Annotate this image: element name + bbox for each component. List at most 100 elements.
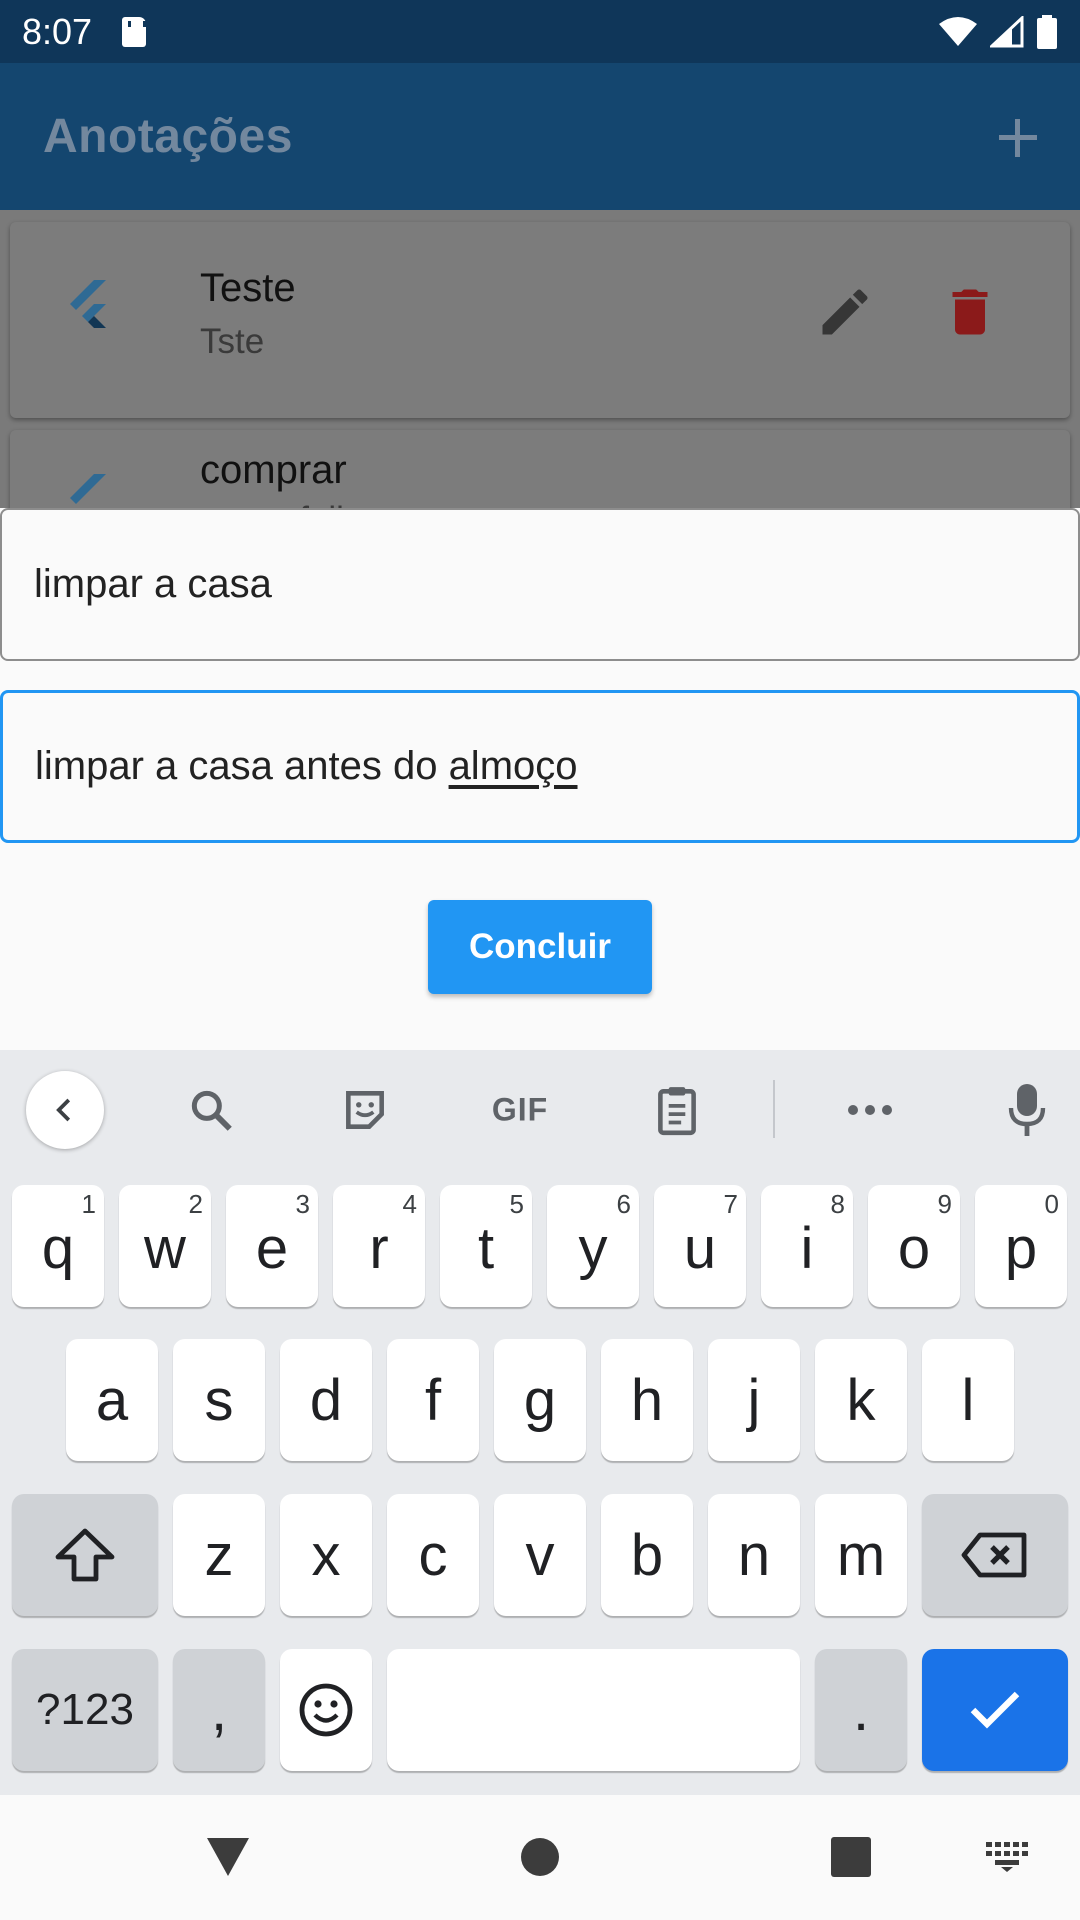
battery-icon [1037, 14, 1057, 49]
notes-list: Teste Tste comprar arroz, feijo, carne, … [0, 210, 1080, 508]
key-hint: 6 [616, 1189, 631, 1219]
comma-key[interactable]: , [173, 1649, 265, 1771]
sd-card-icon [122, 16, 147, 47]
key-o[interactable]: 9o [868, 1185, 960, 1307]
shift-icon [55, 1528, 115, 1582]
key-u[interactable]: 7u [654, 1185, 746, 1307]
note-description: Tste [200, 322, 265, 361]
keyboard-switch-icon[interactable] [986, 1842, 1028, 1872]
screen: 8:07 Anotações Teste Tste comprar limpar… [0, 0, 1080, 1920]
check-icon [970, 1691, 1020, 1729]
key-q[interactable]: 1q [12, 1185, 104, 1307]
key-hint: 3 [295, 1189, 310, 1219]
key-l[interactable]: l [922, 1339, 1014, 1461]
key-s[interactable]: s [173, 1339, 265, 1461]
shift-key[interactable] [12, 1494, 158, 1616]
key-b[interactable]: b [601, 1494, 693, 1616]
key-v[interactable]: v [494, 1494, 586, 1616]
key-n[interactable]: n [708, 1494, 800, 1616]
key-a[interactable]: a [66, 1339, 158, 1461]
key-w[interactable]: 2w [119, 1185, 211, 1307]
key-d[interactable]: d [280, 1339, 372, 1461]
key-c[interactable]: c [387, 1494, 479, 1616]
key-label: o [897, 1215, 931, 1281]
delete-icon[interactable] [940, 282, 1000, 342]
clipboard-icon[interactable] [652, 1083, 702, 1137]
app-bar: Anotações [0, 63, 1080, 210]
key-label: p [1004, 1215, 1038, 1281]
key-label: r [369, 1215, 389, 1281]
search-icon[interactable] [186, 1085, 236, 1135]
edit-icon[interactable] [815, 282, 875, 342]
key-hint: 7 [723, 1189, 738, 1219]
key-e[interactable]: 3e [226, 1185, 318, 1307]
wifi-icon [939, 16, 977, 46]
flutter-logo-icon [70, 280, 106, 328]
more-icon[interactable] [845, 1103, 895, 1117]
title-input-value: limpar a casa [34, 562, 272, 606]
sticker-icon[interactable] [340, 1085, 390, 1135]
status-icons [938, 14, 1058, 49]
key-label: w [144, 1215, 186, 1281]
nav-home-icon[interactable] [520, 1837, 560, 1877]
key-f[interactable]: f [387, 1339, 479, 1461]
key-m[interactable]: m [815, 1494, 907, 1616]
status-time: 8:07 [22, 10, 93, 52]
key-k[interactable]: k [815, 1339, 907, 1461]
key-label: u [683, 1215, 717, 1281]
status-bar: 8:07 [0, 0, 1080, 63]
key-z[interactable]: z [173, 1494, 265, 1616]
backspace-icon [961, 1532, 1027, 1578]
symbols-key[interactable]: ?123 [12, 1649, 158, 1771]
key-label: e [255, 1215, 289, 1281]
key-hint: 0 [1044, 1189, 1059, 1219]
key-hint: 5 [509, 1189, 524, 1219]
description-input[interactable]: limpar a casa antes do almoço [0, 690, 1080, 843]
key-hint: 4 [402, 1189, 417, 1219]
concluir-button[interactable]: Concluir [428, 900, 652, 994]
note-description: arroz, feijo, carne, tomate [200, 500, 597, 508]
key-hint: 2 [188, 1189, 203, 1219]
key-h[interactable]: h [601, 1339, 693, 1461]
period-key[interactable]: . [815, 1649, 907, 1771]
signal-icon [990, 15, 1024, 47]
key-label: q [41, 1215, 75, 1281]
description-text: limpar a casa antes do [35, 744, 449, 788]
key-g[interactable]: g [494, 1339, 586, 1461]
key-r[interactable]: 4r [333, 1185, 425, 1307]
key-label: i [800, 1215, 814, 1281]
key-hint: 8 [830, 1189, 845, 1219]
note-title: comprar [200, 448, 347, 492]
note-title: Teste [200, 266, 296, 310]
key-t[interactable]: 5t [440, 1185, 532, 1307]
navigation-bar [0, 1795, 1080, 1920]
key-y[interactable]: 6y [547, 1185, 639, 1307]
keyboard-toolbar: GIF [0, 1050, 1080, 1170]
key-label: y [578, 1215, 608, 1281]
note-card[interactable]: comprar arroz, feijo, carne, tomate [10, 430, 1070, 508]
title-input[interactable]: limpar a casa [0, 508, 1080, 661]
key-j[interactable]: j [708, 1339, 800, 1461]
backspace-key[interactable] [922, 1494, 1068, 1616]
keyboard: GIF 1q 2w 3e 4r 5t 6y 7u 8i 9o 0p a s d … [0, 1050, 1080, 1795]
add-icon[interactable] [977, 97, 1057, 177]
enter-key[interactable] [922, 1649, 1068, 1771]
key-label: t [477, 1215, 495, 1281]
page-title: Anotações [43, 110, 293, 163]
flutter-logo-icon [70, 474, 106, 504]
nav-back-icon[interactable] [205, 1836, 251, 1878]
gif-button[interactable]: GIF [492, 1092, 548, 1129]
description-input-value: limpar a casa antes do almoço [35, 744, 578, 789]
key-hint: 1 [81, 1189, 96, 1219]
mic-icon[interactable] [1007, 1082, 1047, 1138]
emoji-key[interactable] [280, 1649, 372, 1771]
key-p[interactable]: 0p [975, 1185, 1067, 1307]
emoji-icon [299, 1683, 353, 1737]
key-x[interactable]: x [280, 1494, 372, 1616]
nav-recents-icon[interactable] [831, 1837, 871, 1877]
composing-word: almoço [448, 744, 578, 788]
space-key[interactable] [387, 1649, 800, 1771]
key-i[interactable]: 8i [761, 1185, 853, 1307]
note-card[interactable]: Teste Tste [10, 222, 1070, 418]
back-icon[interactable] [26, 1071, 104, 1149]
